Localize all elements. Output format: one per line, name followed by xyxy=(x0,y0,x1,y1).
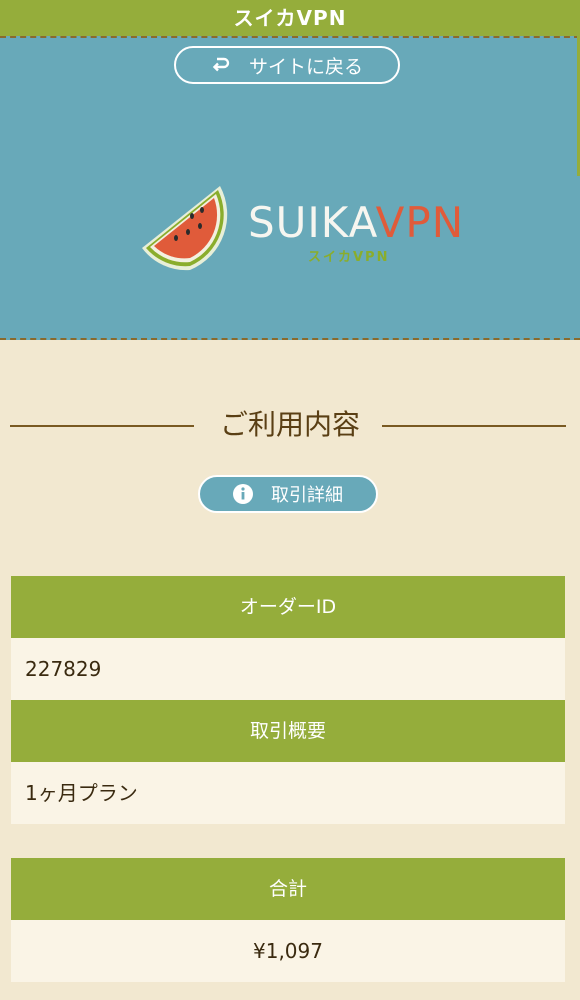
app-title: スイカVPN xyxy=(0,0,580,36)
back-button-label: サイトに戻る xyxy=(248,55,363,78)
transaction-detail-button[interactable]: 取引詳細 xyxy=(198,475,378,513)
info-icon xyxy=(233,484,253,504)
watermelon-icon xyxy=(142,186,228,271)
hero-banner: サイトに戻る SUIKAVPN スイカVPN xyxy=(0,36,580,340)
section-heading: ご利用内容 xyxy=(0,405,580,445)
logo-subtitle: スイカVPN xyxy=(308,250,390,265)
summary-value: 1ヶ月プラン xyxy=(11,762,565,824)
total-value: ¥1,097 xyxy=(11,920,565,982)
back-to-site-button[interactable]: サイトに戻る xyxy=(174,46,400,84)
total-header: 合計 xyxy=(11,858,565,920)
detail-button-label: 取引詳細 xyxy=(271,485,343,506)
suika-vpn-logo: SUIKAVPN スイカVPN xyxy=(140,186,463,276)
order-id-header: オーダーID xyxy=(11,576,565,638)
logo-wordmark: SUIKAVPN xyxy=(248,198,465,247)
section-title: ご利用内容 xyxy=(219,408,360,441)
return-arrow-icon xyxy=(212,57,230,72)
order-id-value: 227829 xyxy=(11,638,565,700)
summary-header: 取引概要 xyxy=(11,700,565,762)
